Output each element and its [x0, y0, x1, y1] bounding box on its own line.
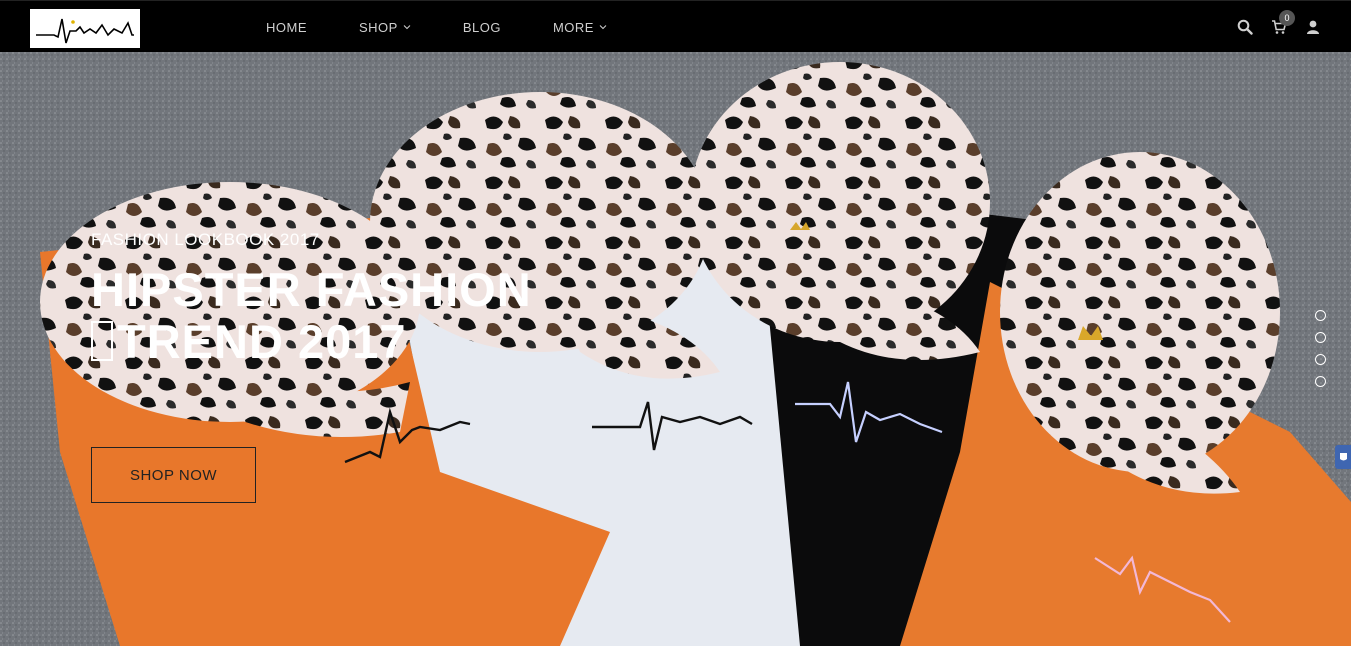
hero-title: HIPSTER FASHION TREND 2017: [91, 264, 611, 368]
user-icon: [1307, 20, 1319, 34]
cart-count-badge: 0: [1279, 10, 1295, 26]
account-button[interactable]: [1305, 19, 1321, 35]
cart-button[interactable]: 0: [1271, 10, 1295, 35]
top-navbar: HOME SHOP BLOG MORE 0: [0, 0, 1351, 52]
hero-text-block: FASHION LOOKBOOK 2017 HIPSTER FASHION TR…: [91, 230, 611, 368]
nav-shop[interactable]: SHOP: [333, 1, 437, 53]
search-icon: [1237, 19, 1253, 35]
nav-shop-label: SHOP: [359, 19, 398, 35]
search-button[interactable]: [1237, 19, 1253, 35]
hero-subtitle: FASHION LOOKBOOK 2017: [91, 230, 320, 249]
slide-dot-3[interactable]: [1315, 354, 1326, 365]
slider-pagination: [1315, 310, 1326, 387]
heartbeat-signature-logo-icon: [36, 18, 134, 44]
nav-home[interactable]: HOME: [240, 1, 333, 53]
hero-title-line1: HIPSTER FASHION: [91, 263, 532, 316]
nav-blog[interactable]: BLOG: [437, 1, 527, 53]
nav-blog-label: BLOG: [462, 19, 501, 35]
hero-slider: FASHION LOOKBOOK 2017 HIPSTER FASHION TR…: [0, 52, 1351, 646]
brand-logo[interactable]: [30, 9, 140, 48]
header-icons: 0: [1237, 1, 1321, 53]
slide-dot-1[interactable]: [1315, 310, 1326, 321]
main-nav: HOME SHOP BLOG MORE: [240, 1, 633, 53]
chevron-down-icon: [599, 25, 607, 30]
nav-more-label: MORE: [552, 19, 594, 35]
side-widget-tab[interactable]: [1335, 445, 1351, 469]
chevron-down-icon: [403, 25, 411, 30]
shop-now-button[interactable]: SHOP NOW: [91, 447, 256, 503]
nav-home-label: HOME: [266, 19, 307, 35]
shop-now-label: SHOP NOW: [129, 466, 218, 484]
hero-title-line2: TREND 2017: [117, 315, 407, 368]
slide-dot-2[interactable]: [1315, 332, 1326, 343]
shield-icon: [1340, 453, 1347, 461]
hero-title-line2-wrap: TREND 2017: [91, 316, 611, 368]
missing-glyph-icon: [91, 321, 113, 361]
nav-more[interactable]: MORE: [527, 1, 633, 53]
slide-dot-4[interactable]: [1315, 376, 1326, 387]
